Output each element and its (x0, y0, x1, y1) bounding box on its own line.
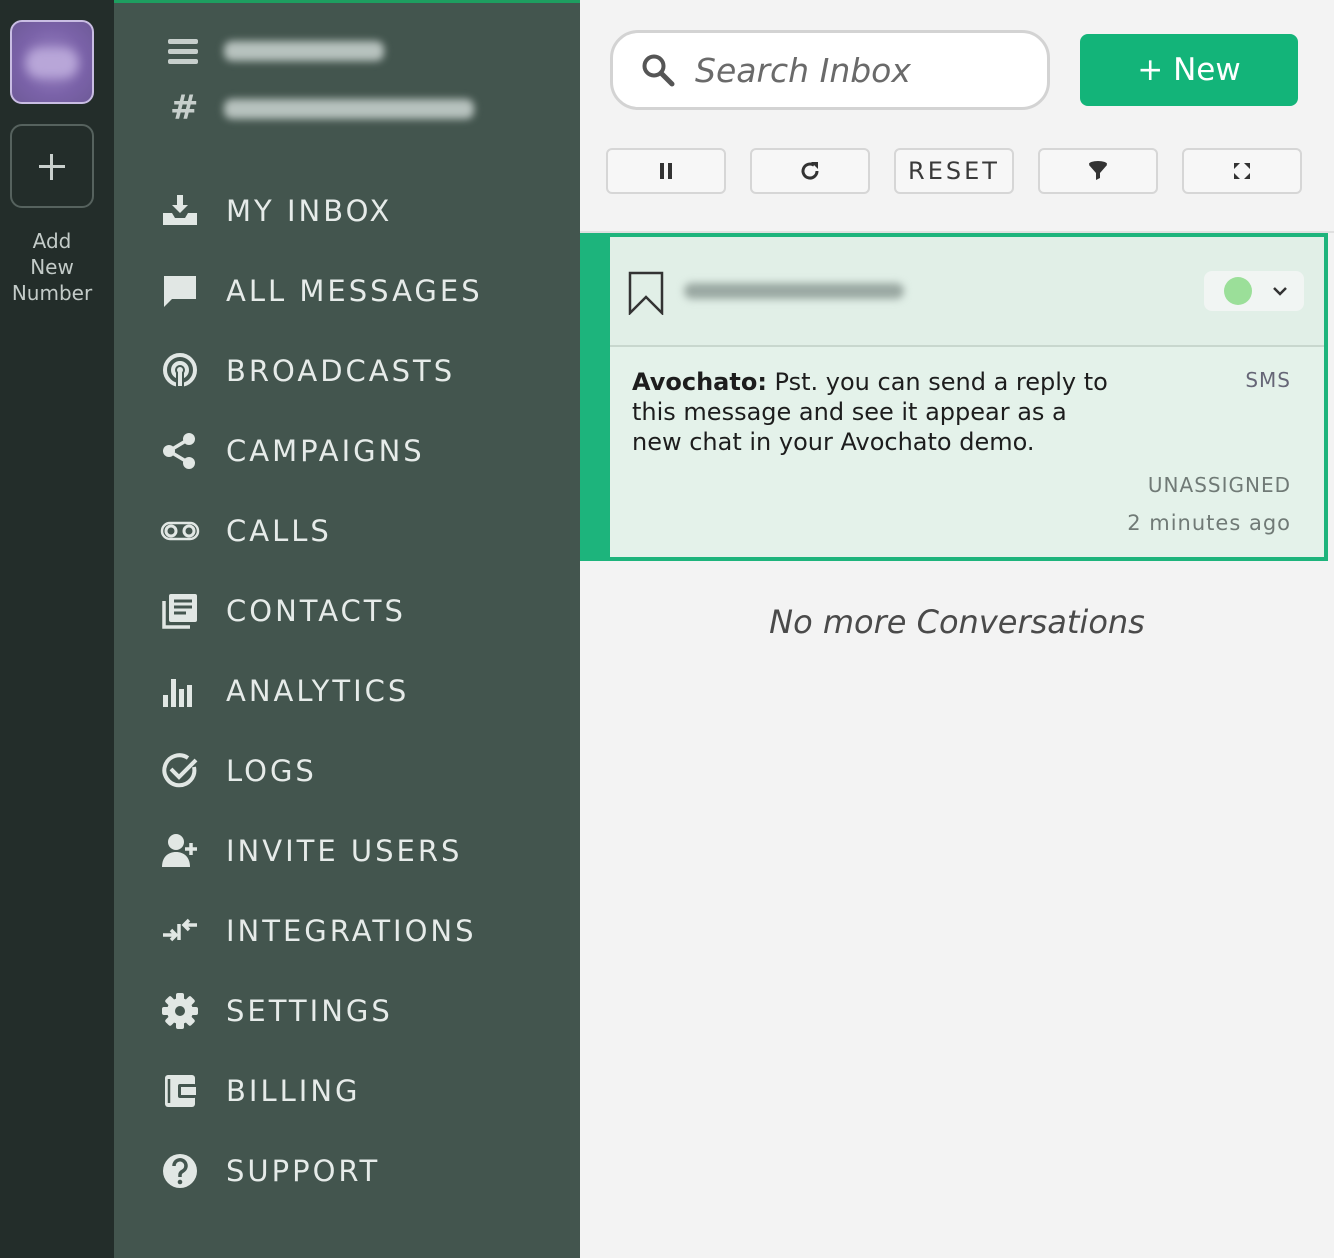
chat-bubble-icon (158, 269, 202, 313)
search-input[interactable] (695, 50, 1035, 90)
bar-chart-icon (158, 669, 202, 713)
refresh-button[interactable] (750, 148, 870, 194)
nav-item-billing[interactable]: BILLING (158, 1066, 558, 1116)
nav-label: ALL MESSAGES (226, 274, 483, 308)
nav-label: BILLING (226, 1074, 361, 1108)
hamburger-menu-icon[interactable] (168, 39, 198, 65)
nav-item-logs[interactable]: LOGS (158, 746, 558, 796)
empty-state-message: No more Conversations (769, 603, 1145, 641)
broadcast-icon (158, 349, 202, 393)
help-icon (158, 1149, 202, 1193)
integrations-icon (158, 909, 202, 953)
bookmark-icon[interactable] (628, 271, 664, 315)
nav-item-settings[interactable]: SETTINGS (158, 986, 558, 1036)
nav-label: LOGS (226, 754, 317, 788)
nav-item-all-messages[interactable]: ALL MESSAGES (158, 266, 558, 316)
gear-icon (158, 989, 202, 1033)
account-rail: Add New Number (0, 0, 114, 1258)
inbox-panel: + New RESET Avochato: Pst. you can send … (580, 3, 1334, 1258)
share-icon (158, 429, 202, 473)
nav-item-support[interactable]: SUPPORT (158, 1146, 558, 1196)
wallet-icon (158, 1069, 202, 1113)
nav-label: CONTACTS (226, 594, 406, 628)
hash-icon: # (170, 88, 199, 128)
nav-item-analytics[interactable]: ANALYTICS (158, 666, 558, 716)
channel-badge: SMS (1245, 368, 1291, 392)
filter-icon (1089, 161, 1107, 180)
nav-item-broadcasts[interactable]: BROADCASTS (158, 346, 558, 396)
nav-item-contacts[interactable]: CONTACTS (158, 586, 558, 636)
new-conversation-button[interactable]: + New (1080, 34, 1298, 106)
chevron-down-icon (1273, 287, 1287, 296)
account-name-redacted (224, 41, 384, 61)
nav-item-integrations[interactable]: INTEGRATIONS (158, 906, 558, 956)
nav-item-invite-users[interactable]: INVITE USERS (158, 826, 558, 876)
nav-label: INTEGRATIONS (226, 914, 477, 948)
refresh-icon (801, 162, 819, 180)
assignee-label: UNASSIGNED (1147, 473, 1291, 497)
contact-name-redacted (684, 283, 904, 299)
nav-label: MY INBOX (226, 194, 393, 228)
account-avatar[interactable] (10, 20, 94, 104)
expand-button[interactable] (1182, 148, 1302, 194)
filter-button[interactable] (1038, 148, 1158, 194)
nav-item-calls[interactable]: CALLS (158, 506, 558, 556)
message-preview: Avochato: Pst. you can send a reply to t… (632, 367, 1122, 457)
add-number-button[interactable] (10, 124, 94, 208)
nav-label: SETTINGS (226, 994, 393, 1028)
nav-item-campaigns[interactable]: CAMPAIGNS (158, 426, 558, 476)
pause-icon (660, 163, 672, 179)
status-indicator (1224, 277, 1252, 305)
conversation-card[interactable]: Avochato: Pst. you can send a reply to t… (580, 233, 1328, 561)
main-navigation: # MY INBOX ALL MESSAGES BROADCASTS CAMPA… (114, 3, 580, 1258)
voicemail-icon (158, 509, 202, 553)
conversation-header (610, 237, 1324, 347)
nav-label: SUPPORT (226, 1154, 381, 1188)
nav-label: ANALYTICS (226, 674, 410, 708)
search-icon (642, 54, 675, 87)
pause-button[interactable] (606, 148, 726, 194)
add-user-icon (158, 829, 202, 873)
reset-button[interactable]: RESET (894, 148, 1014, 194)
timestamp: 2 minutes ago (1127, 511, 1291, 535)
expand-icon (1234, 163, 1250, 179)
status-dropdown[interactable] (1204, 271, 1304, 311)
contacts-icon (158, 589, 202, 633)
inbox-icon (158, 189, 202, 233)
nav-item-my-inbox[interactable]: MY INBOX (158, 186, 558, 236)
add-number-label: Add New Number (11, 229, 93, 305)
nav-label: BROADCASTS (226, 354, 456, 388)
nav-label: CALLS (226, 514, 332, 548)
search-box[interactable] (610, 30, 1050, 110)
check-circle-icon (158, 749, 202, 793)
phone-number-redacted (224, 99, 474, 119)
nav-label: INVITE USERS (226, 834, 463, 868)
nav-label: CAMPAIGNS (226, 434, 425, 468)
message-sender: Avochato: (632, 368, 767, 396)
